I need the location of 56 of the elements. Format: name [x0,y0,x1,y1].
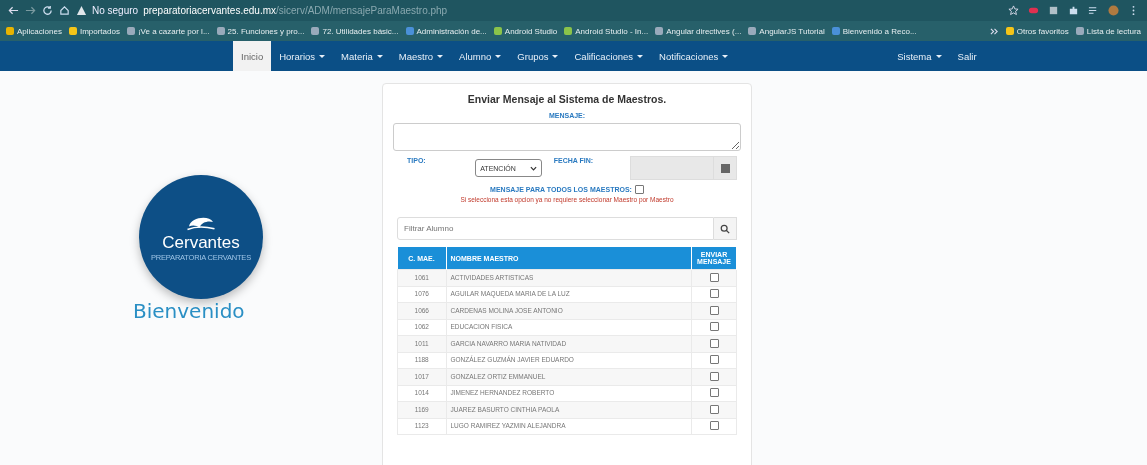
nav-menu-item[interactable]: Horarios [271,41,334,71]
bookmark-item[interactable]: Android Studio - In... [564,26,649,36]
bookmark-item[interactable]: 72. Utilidades básic... [311,26,399,36]
filter-field[interactable]: Filtrar Alumno [397,217,714,240]
bookmark-item[interactable]: Administración de... [405,26,487,36]
nav-menu-item[interactable]: Materia [333,41,391,71]
send-checkbox[interactable] [709,355,719,364]
extension-icon[interactable] [1048,5,1059,16]
nav-menu-item[interactable]: Notificaciones [651,41,737,71]
home-icon[interactable] [59,5,70,16]
security-label: No seguro [92,5,139,16]
bookmark-item[interactable]: Importados [68,26,120,36]
search-icon [720,223,730,234]
reload-icon[interactable] [42,5,53,16]
send-checkbox[interactable] [709,338,719,348]
search-button[interactable] [714,217,737,240]
back-icon[interactable] [8,5,19,16]
send-checkbox[interactable] [709,404,719,414]
bookmark-item[interactable]: Angular directives (... [655,26,742,36]
nav-menu-item[interactable]: Inicio [233,41,272,71]
send-checkbox[interactable] [709,421,719,430]
send-checkbox[interactable] [709,388,719,397]
send-checkbox[interactable] [709,305,719,315]
bookmark-item[interactable]: AngularJS Tutorial [748,26,825,36]
puzzle-icon[interactable] [1068,5,1079,16]
send-checkbox[interactable] [709,322,719,331]
bookmark-item[interactable]: Android Studio [493,26,558,36]
star-icon[interactable] [1008,5,1019,16]
bookmark-item[interactable]: ¡Ve a cazarte por l... [126,26,210,36]
bookmark-item[interactable]: Otros favoritos [1005,26,1069,36]
bookmark-item[interactable]: Lista de lectura [1075,26,1141,36]
bookmark-item[interactable]: 25. Funciones y pro... [216,26,305,36]
date-field[interactable] [629,156,737,180]
message-field[interactable] [393,123,741,151]
nav-menu-item[interactable]: Salir [949,41,985,71]
welcome-heading: Bienvenido [133,299,245,323]
more-bookmarks-icon[interactable] [989,26,999,36]
all-teachers-checkbox[interactable] [634,185,644,194]
send-checkbox[interactable] [709,272,719,282]
avatar-icon[interactable] [1108,5,1119,16]
nav-menu-item[interactable]: Calificaciones [566,41,652,71]
nav-menu-item[interactable]: Alumno [451,41,510,71]
send-checkbox[interactable] [709,289,719,298]
nav-menu-item[interactable]: Maestro [390,41,452,71]
form-title: Enviar Mensaje al Sistema de Maestros. [466,93,668,105]
nav-menu-item[interactable]: Sistema [889,41,950,71]
send-checkbox[interactable] [709,371,719,381]
chevron-down-icon [529,165,537,171]
url-text: preparatoriacervantes.edu.mx/sicerv/ADM/mensajeParaMaestro.php [143,5,448,16]
nav-menu-item[interactable]: Grupos [509,41,567,71]
logo-name: Cervantes [162,232,240,253]
bookmark-item[interactable]: Bienvenido a Reco... [831,26,917,36]
forward-icon[interactable] [25,5,36,16]
playlist-icon[interactable] [1088,5,1099,16]
warning-icon [76,5,87,16]
bookmark-item[interactable]: Aplicaciones [6,26,62,36]
